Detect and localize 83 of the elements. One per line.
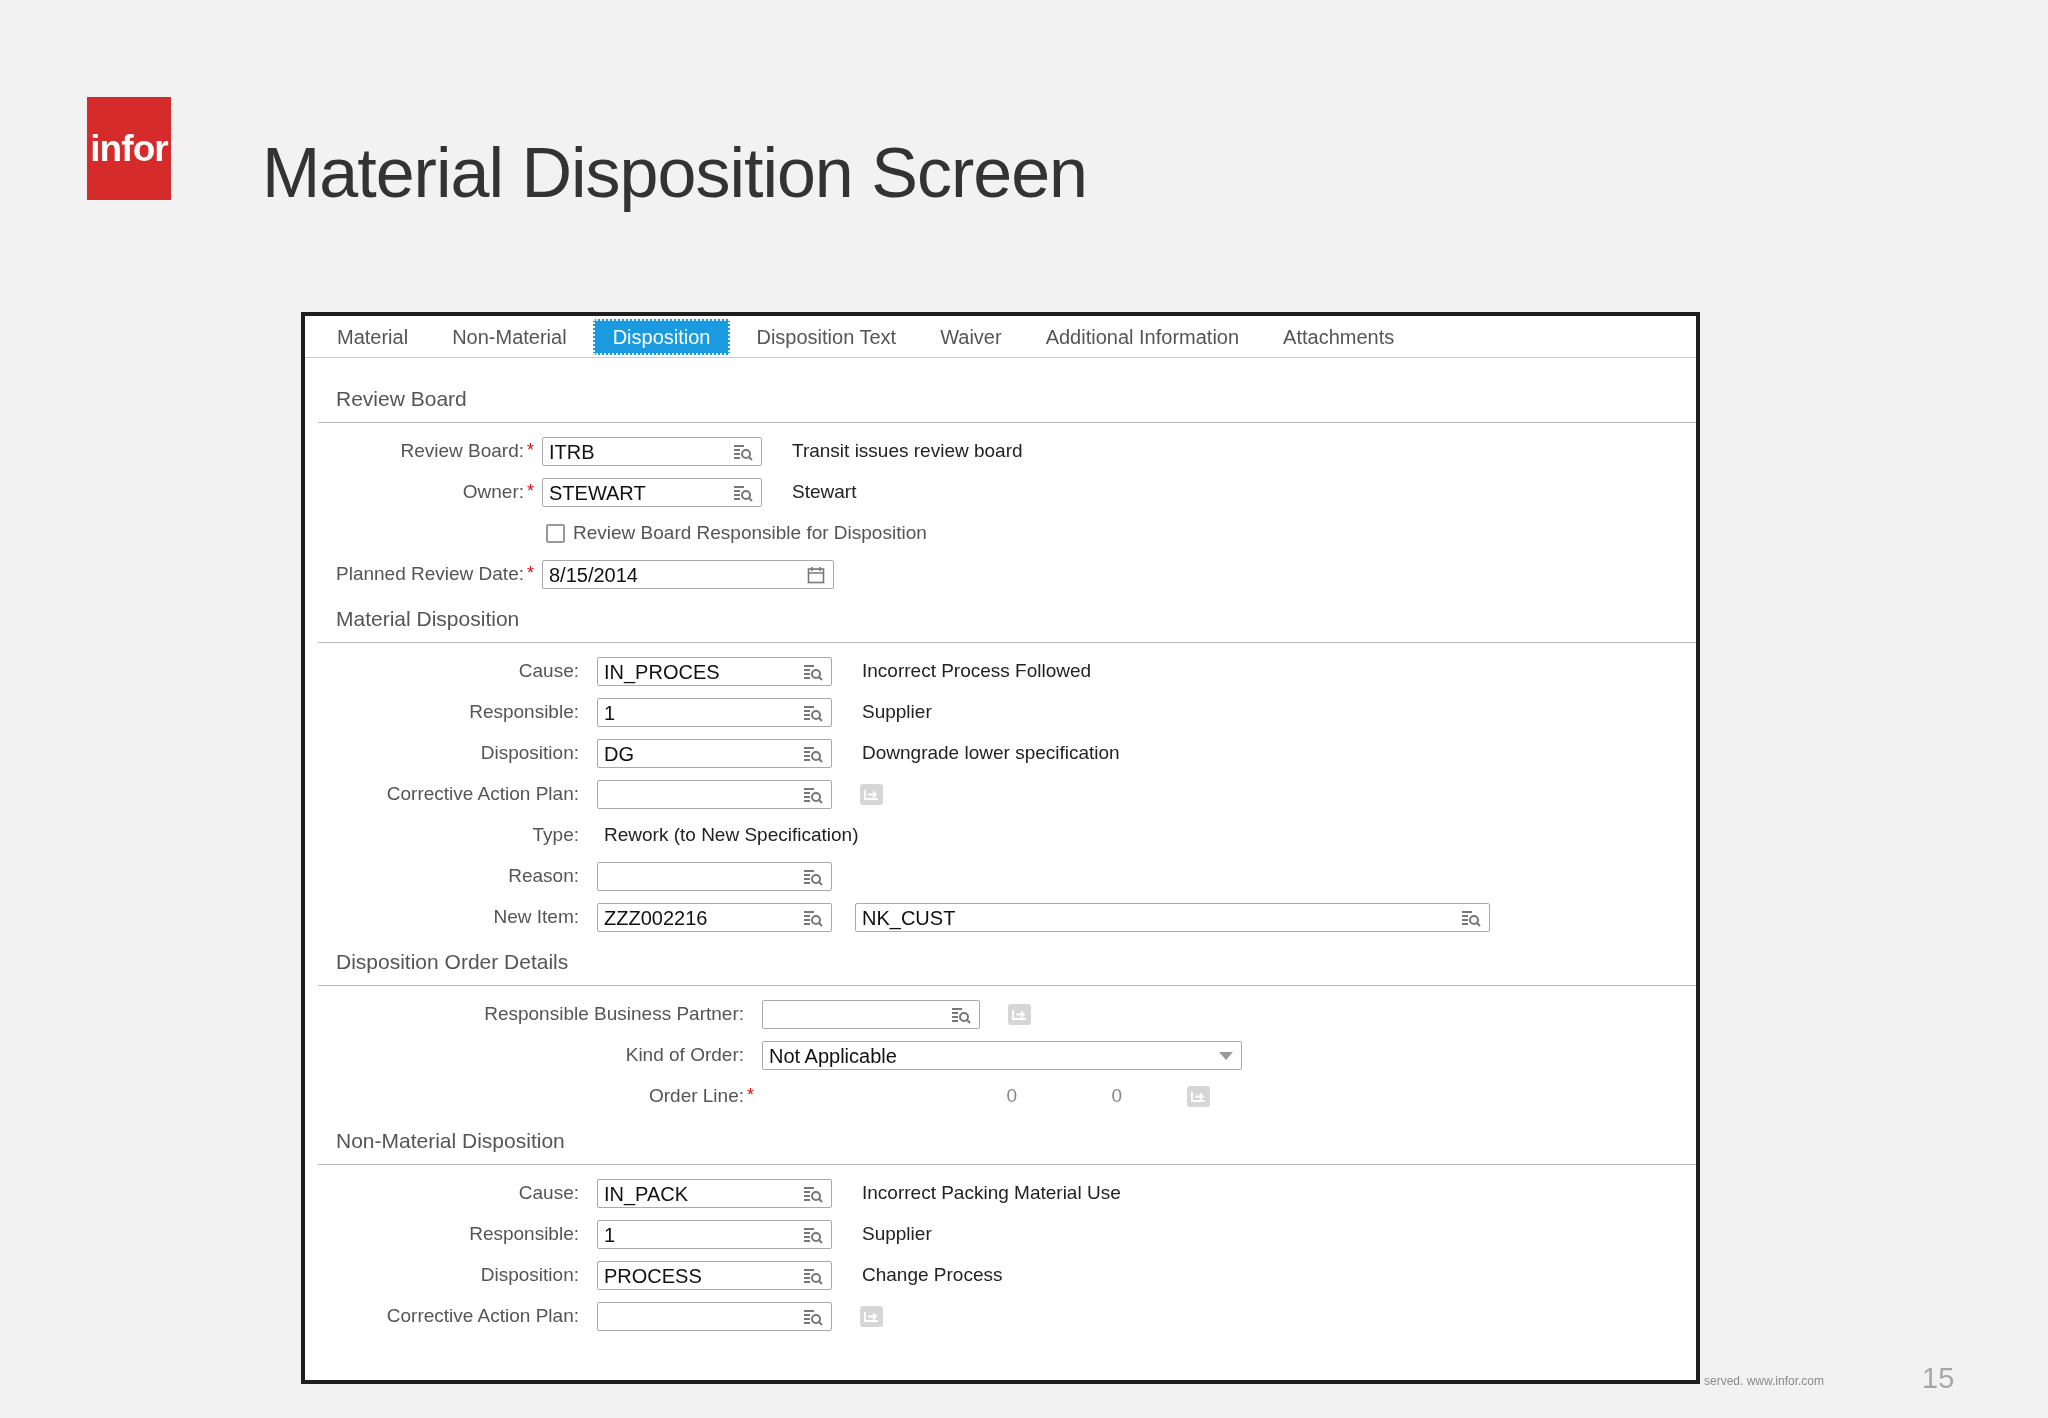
lookup-icon[interactable] <box>803 785 823 804</box>
footer-text: served. www.infor.com <box>1704 1373 1825 1390</box>
lookup-field[interactable]: IN_PACK <box>597 1179 832 1208</box>
field-label: New Item: <box>493 905 579 930</box>
description-text: Incorrect Process Followed <box>862 659 1092 684</box>
arrow-icon <box>864 789 879 800</box>
lookup-field[interactable]: NK_CUST <box>855 903 1490 932</box>
field-label: Owner: <box>462 480 524 505</box>
checkbox-label: Review Board Responsible for Disposition <box>573 521 927 546</box>
section-title: Disposition Order Details <box>336 948 569 975</box>
field-label: Cause: <box>518 1181 579 1206</box>
description-text: Change Process <box>862 1263 1003 1288</box>
lookup-field[interactable]: ZZZ002216 <box>597 903 832 932</box>
lookup-icon[interactable] <box>803 1307 823 1326</box>
page-number: 15 <box>1922 1361 1955 1396</box>
description-text: Incorrect Packing Material Use <box>862 1181 1121 1206</box>
required-mark: * <box>746 1086 755 1101</box>
lookup-field[interactable]: 1 <box>597 698 832 727</box>
type-value: Rework (to New Specification) <box>603 823 859 848</box>
arrow-icon <box>864 1311 879 1322</box>
lookup-field[interactable]: STEWART <box>542 478 762 507</box>
lookup-field[interactable]: IN_PROCES <box>597 657 832 686</box>
arrow-icon <box>1012 1009 1027 1020</box>
section-title: Non-Material Disposition <box>336 1127 565 1154</box>
lookup-icon[interactable] <box>803 908 823 927</box>
field-label: Reason: <box>508 864 579 889</box>
logo: infor <box>87 97 171 200</box>
order-line-value: 0 <box>1110 1084 1122 1109</box>
section-title: Review Board <box>336 385 467 412</box>
description-text: Supplier <box>862 1222 932 1247</box>
lookup-icon[interactable] <box>803 1184 823 1203</box>
description-text: Transit issues review board <box>792 439 1023 464</box>
lookup-field[interactable]: DG <box>597 739 832 768</box>
date-field[interactable]: 8/15/2014 <box>542 560 834 589</box>
lookup-icon[interactable] <box>803 1266 823 1285</box>
lookup-icon[interactable] <box>803 703 823 722</box>
description-text: Supplier <box>862 700 932 725</box>
field-label: Disposition: <box>480 1263 579 1288</box>
field-label: Responsible: <box>469 1222 579 1247</box>
lookup-icon[interactable] <box>803 867 823 886</box>
tab[interactable]: Material <box>315 318 431 355</box>
field-label: Corrective Action Plan: <box>386 1304 579 1329</box>
field-label: Responsible: <box>469 700 579 725</box>
field-label: Corrective Action Plan: <box>386 782 579 807</box>
lookup-icon[interactable] <box>733 483 753 502</box>
arrow-icon <box>1191 1091 1206 1102</box>
caret-icon <box>1219 1051 1233 1060</box>
lookup-icon[interactable] <box>803 662 823 681</box>
tab[interactable]: Non-Material <box>430 318 589 355</box>
lookup-field[interactable]: PROCESS <box>597 1261 832 1290</box>
lookup-field[interactable] <box>762 1000 980 1029</box>
lookup-icon[interactable] <box>803 744 823 763</box>
lookup-icon[interactable] <box>803 1225 823 1244</box>
lookup-field[interactable]: ITRB <box>542 437 762 466</box>
required-mark: * <box>526 441 535 456</box>
field-label: Kind of Order: <box>625 1043 744 1068</box>
tab[interactable]: Disposition Text <box>734 318 919 355</box>
required-mark: * <box>526 564 535 579</box>
lookup-field[interactable] <box>597 1302 832 1331</box>
field-label: Responsible Business Partner: <box>484 1002 744 1027</box>
field-label: Review Board: <box>400 439 524 464</box>
calendar-icon[interactable] <box>807 565 825 584</box>
tab[interactable]: Attachments <box>1261 318 1417 355</box>
field-label: Planned Review Date: <box>336 562 524 587</box>
order-line-value: 0 <box>1005 1084 1017 1109</box>
lookup-field[interactable] <box>597 780 832 809</box>
field-label: Order Line: <box>648 1084 744 1109</box>
checkbox[interactable] <box>546 524 565 543</box>
description-text: Downgrade lower specification <box>862 741 1120 766</box>
field-label: Cause: <box>518 659 579 684</box>
section-title: Material Disposition <box>336 605 520 632</box>
dropdown-field[interactable]: Not Applicable <box>762 1041 1242 1070</box>
lookup-icon[interactable] <box>733 442 753 461</box>
field-label: Type: <box>532 823 579 848</box>
lookup-icon[interactable] <box>951 1005 971 1024</box>
required-mark: * <box>526 482 535 497</box>
lookup-icon[interactable] <box>1461 908 1481 927</box>
lookup-field[interactable]: 1 <box>597 1220 832 1249</box>
lookup-field[interactable] <box>597 862 832 891</box>
tab[interactable]: Waiver <box>918 318 1024 355</box>
field-label: Disposition: <box>480 741 579 766</box>
tab[interactable]: Additional Information <box>1023 318 1262 355</box>
description-text: Stewart <box>792 480 857 505</box>
